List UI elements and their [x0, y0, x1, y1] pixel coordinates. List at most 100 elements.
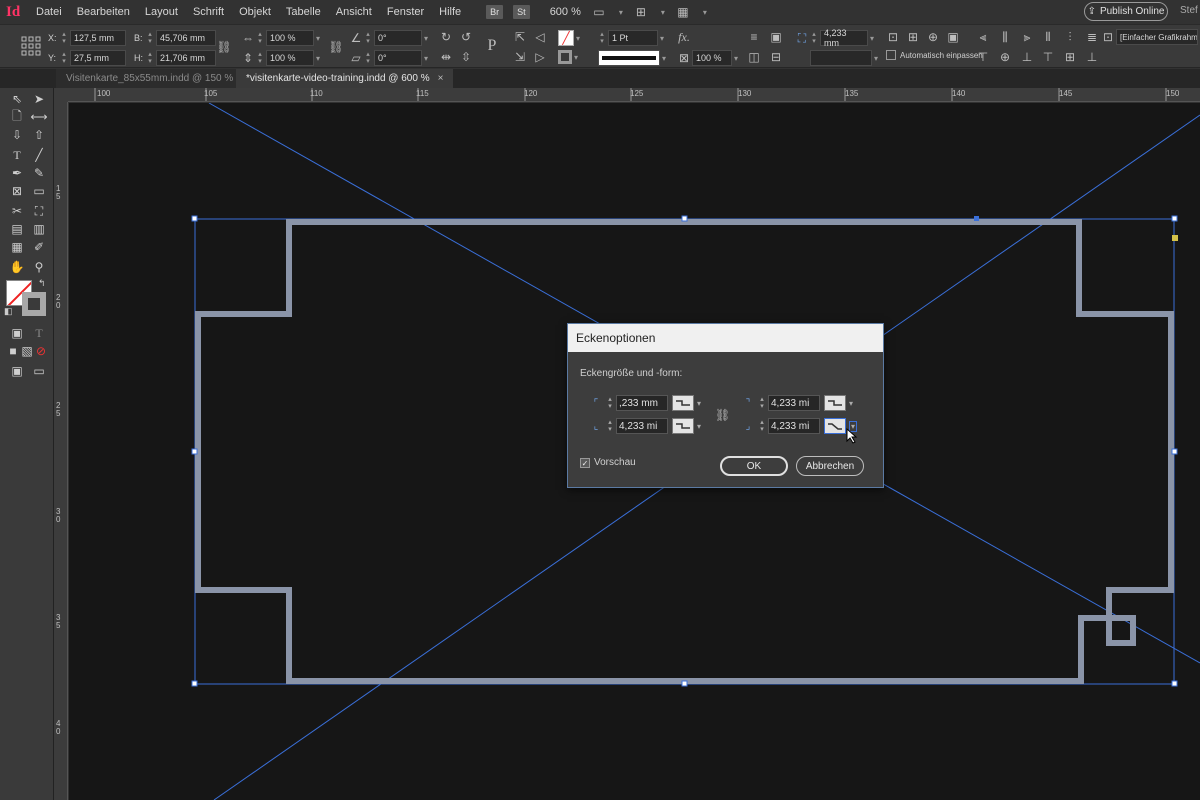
opacity-dropdown-icon[interactable]: ▾: [734, 54, 738, 63]
rectangle-tool-icon[interactable]: ▭: [30, 182, 48, 200]
select-container-icon[interactable]: ⇱: [512, 29, 528, 45]
menu-ansicht[interactable]: Ansicht: [336, 6, 372, 18]
reference-point-icon[interactable]: [20, 35, 42, 57]
gradient-feather-icon[interactable]: ▥: [30, 220, 48, 238]
scissors-icon[interactable]: ✂: [8, 202, 26, 220]
width-stepper-icon[interactable]: ▴ ▾: [146, 31, 154, 45]
preview-option[interactable]: ✓ Vorschau: [580, 457, 636, 468]
screen-mode-normal-icon[interactable]: ▣: [8, 362, 26, 380]
height-field[interactable]: 21,706 mm: [156, 50, 216, 66]
effects-icon[interactable]: fx.: [676, 29, 692, 45]
stroke-weight-field[interactable]: 1 Pt: [608, 30, 658, 46]
horizontal-ruler[interactable]: 100 105 110 115 120 125 130 135 140 145 …: [68, 88, 1200, 102]
fill-dropdown-icon[interactable]: ▾: [576, 34, 580, 43]
center-content-icon[interactable]: ⊕: [925, 29, 941, 45]
top-right-stepper-icon[interactable]: ▴ ▾: [758, 396, 766, 410]
frame-handle-blue[interactable]: [974, 216, 979, 221]
distribute-middle-icon[interactable]: ⊞: [1062, 49, 1078, 65]
stroke-dropdown-icon[interactable]: ▾: [574, 53, 578, 62]
bottom-right-shape-bevel-icon[interactable]: [824, 418, 846, 434]
fill-none-icon[interactable]: ╱: [558, 30, 574, 46]
content-collector-icon[interactable]: ⇩: [8, 126, 26, 144]
shear-field[interactable]: 0°: [374, 50, 422, 66]
menu-bearbeiten[interactable]: Bearbeiten: [77, 6, 130, 18]
constrain-scale-icon[interactable]: ⛓: [328, 39, 344, 55]
bottom-right-size-field[interactable]: 4,233 mi: [768, 418, 820, 434]
x-position-field[interactable]: 127,5 mm: [70, 30, 126, 46]
fill-frame-icon[interactable]: ▣: [945, 29, 961, 45]
cancel-button[interactable]: Abbrechen: [796, 456, 864, 476]
selection-icon[interactable]: ➤: [30, 90, 48, 108]
stroke-swatch-icon[interactable]: [22, 292, 46, 316]
vertical-ruler[interactable]: 1 5 2 0 2 5 3 0 3 5 4 0: [54, 102, 68, 800]
user-name[interactable]: Stef: [1180, 5, 1198, 16]
stroke-type-dropdown-icon[interactable]: ▾: [662, 54, 666, 63]
scale-y-field[interactable]: 100 %: [266, 50, 314, 66]
ruler-origin[interactable]: [54, 88, 68, 102]
align-left-icon[interactable]: ⫷: [975, 29, 991, 45]
rotate-cw-icon[interactable]: ↻: [438, 29, 454, 45]
scale-x-field[interactable]: 100 %: [266, 30, 314, 46]
direct-selection-icon[interactable]: ⇖: [8, 90, 26, 108]
text-wrap-none-icon[interactable]: ≡: [746, 29, 762, 45]
menu-datei[interactable]: Datei: [36, 6, 62, 18]
object-style-field[interactable]: [Einfacher Grafikrahmen]: [1116, 29, 1198, 45]
eyedropper-icon[interactable]: ✐: [30, 238, 48, 256]
formatting-text-icon[interactable]: T: [30, 324, 48, 342]
fit-content-frame-icon[interactable]: ⊡: [885, 29, 901, 45]
shear-dropdown-icon[interactable]: ▾: [424, 54, 428, 63]
ok-button[interactable]: OK: [720, 456, 788, 476]
width-field[interactable]: 45,706 mm: [156, 30, 216, 46]
free-transform-icon[interactable]: ⛶: [30, 202, 48, 220]
rectangle-frame-icon[interactable]: ⊠: [8, 182, 26, 200]
scale-y-stepper-icon[interactable]: ▴ ▾: [256, 51, 264, 65]
gradient-swatch-icon[interactable]: ▤: [8, 220, 26, 238]
rotate-field[interactable]: 0°: [374, 30, 422, 46]
hand-tool-icon[interactable]: ✋: [8, 258, 26, 276]
corner-shape-dropdown-icon[interactable]: ▾: [870, 34, 874, 43]
bottom-left-stepper-icon[interactable]: ▴ ▾: [606, 419, 614, 433]
text-wrap-jump-icon[interactable]: ⊟: [768, 49, 784, 65]
menu-fenster[interactable]: Fenster: [387, 6, 424, 18]
x-stepper-icon[interactable]: ▴ ▾: [60, 31, 68, 45]
tab-visitenkarte-video-training[interactable]: *visitenkarte-video-training.indd @ 600 …: [236, 69, 454, 88]
menu-layout[interactable]: Layout: [145, 6, 178, 18]
line-tool-icon[interactable]: ╱: [30, 146, 48, 164]
corner-size-stepper-icon[interactable]: ▴ ▾: [810, 31, 818, 45]
bottom-left-size-field[interactable]: 4,233 mi: [616, 418, 668, 434]
rotate-ccw-icon[interactable]: ↺: [458, 29, 474, 45]
text-wrap-bbox-icon[interactable]: ▣: [768, 29, 784, 45]
corner-options-icon[interactable]: ⛶: [794, 30, 810, 46]
zoom-level[interactable]: 600 %: [550, 6, 581, 18]
rotate-stepper-icon[interactable]: ▴ ▾: [364, 31, 372, 45]
top-left-stepper-icon[interactable]: ▴ ▾: [606, 396, 614, 410]
align-right-icon[interactable]: ⫸: [1019, 29, 1035, 45]
pen-tool-icon[interactable]: ✒: [8, 164, 26, 182]
menu-hilfe[interactable]: Hilfe: [439, 6, 461, 18]
publish-online-button[interactable]: ⇪ Publish Online: [1084, 2, 1168, 21]
type-tool-icon[interactable]: T: [8, 146, 26, 164]
stroke-type-field[interactable]: [598, 50, 660, 66]
y-position-field[interactable]: 27,5 mm: [70, 50, 126, 66]
flip-horizontal-icon[interactable]: ⇹: [438, 49, 454, 65]
bottom-right-stepper-icon[interactable]: ▴ ▾: [758, 419, 766, 433]
screen-mode-preview-icon[interactable]: ▭: [30, 362, 48, 380]
top-right-shape-inverse-rounded-icon[interactable]: [824, 395, 846, 411]
stroke-color-icon[interactable]: [558, 50, 572, 64]
top-left-shape-dropdown-icon[interactable]: ▾: [697, 399, 701, 408]
stock-button[interactable]: St: [513, 5, 530, 19]
top-left-shape-inverse-rounded-icon[interactable]: [672, 395, 694, 411]
align-top-icon[interactable]: ⊤: [975, 49, 991, 65]
bridge-button[interactable]: Br: [486, 5, 504, 19]
menu-objekt[interactable]: Objekt: [239, 6, 271, 18]
stroke-weight-dropdown-icon[interactable]: ▾: [660, 34, 664, 43]
arrange-documents-dropdown-icon[interactable]: ▾: [703, 8, 707, 17]
distribute-center-icon[interactable]: ⫶: [1062, 29, 1078, 45]
text-wrap-shape-icon[interactable]: ◫: [746, 49, 762, 65]
view-options-dropdown-icon[interactable]: ▾: [661, 8, 665, 17]
menu-tabelle[interactable]: Tabelle: [286, 6, 321, 18]
live-corner-handle[interactable]: [1172, 235, 1178, 241]
default-colors-icon[interactable]: ◧: [4, 306, 13, 317]
swap-colors-icon[interactable]: ↰: [38, 278, 46, 289]
opacity-field[interactable]: 100 %: [692, 50, 732, 66]
